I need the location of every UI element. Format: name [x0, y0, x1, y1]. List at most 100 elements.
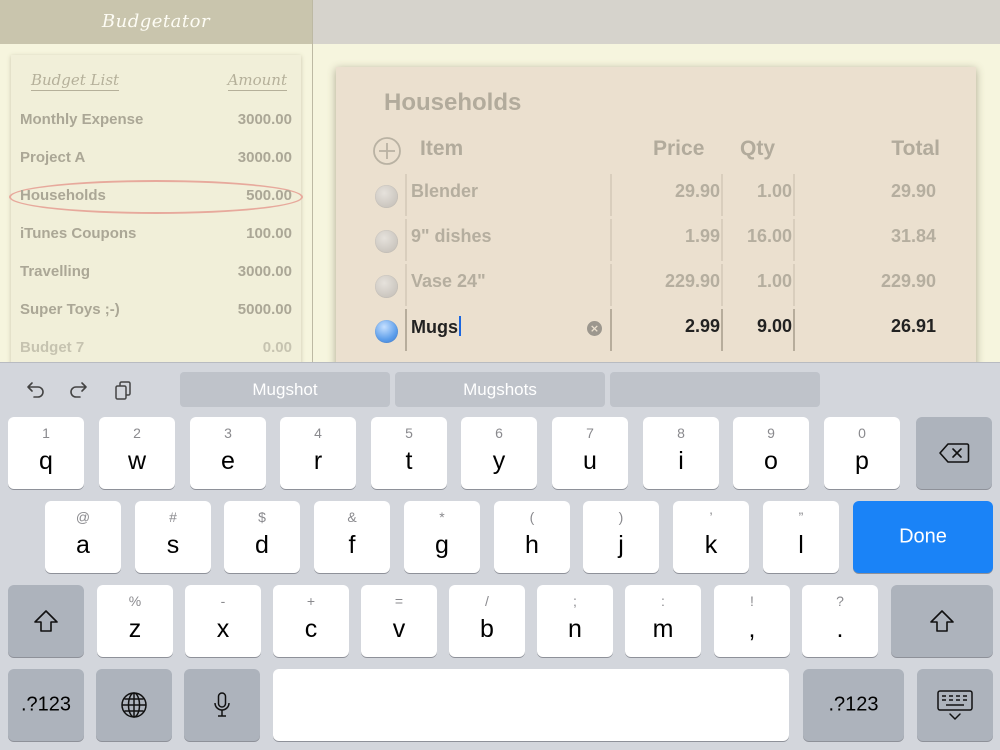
item-row-editing[interactable]: Mugs × 2.99 9.00 26.91 — [336, 307, 976, 352]
key-m[interactable]: :m — [625, 585, 701, 657]
key-i[interactable]: 8i — [643, 417, 719, 489]
key-dictation[interactable] — [184, 669, 260, 741]
row-select-dot[interactable] — [375, 185, 398, 208]
key-alt-label: & — [347, 509, 357, 525]
column-divider — [405, 174, 407, 216]
key-r[interactable]: 4r — [280, 417, 356, 489]
item-name[interactable]: 9" dishes — [411, 226, 492, 247]
budget-list: Budget List Amount Monthly Expense 3000.… — [9, 55, 303, 375]
item-qty[interactable]: 9.00 — [757, 316, 792, 337]
key-comma[interactable]: !, — [714, 585, 790, 657]
key-label: s — [166, 531, 180, 559]
key-t[interactable]: 5t — [371, 417, 447, 489]
row-select-dot-active[interactable] — [375, 320, 398, 343]
redo-icon[interactable] — [67, 378, 91, 402]
key-alt-label: ” — [798, 509, 804, 525]
key-alt-label: ? — [836, 593, 844, 609]
key-k[interactable]: ’ k — [673, 501, 749, 573]
key-j[interactable]: ) j — [583, 501, 659, 573]
item-name[interactable]: Blender — [411, 181, 478, 202]
budget-name: Budget 7 — [20, 339, 85, 356]
key-y[interactable]: 6y — [461, 417, 537, 489]
budget-row[interactable]: Travelling 3000.00 — [11, 253, 301, 291]
item-name-input[interactable]: Mugs — [411, 316, 461, 338]
key-g[interactable]: * g — [404, 501, 480, 573]
budget-row[interactable]: Super Toys ;-) 5000.00 — [11, 291, 301, 329]
key-globe[interactable] — [96, 669, 172, 741]
budget-row[interactable]: Monthly Expense 3000.00 — [11, 101, 301, 139]
column-divider — [610, 219, 612, 261]
detail-nav-bar — [313, 0, 1000, 44]
item-row[interactable]: Vase 24" 229.90 1.00 229.90 — [336, 262, 976, 307]
key-a[interactable]: @ a — [45, 501, 121, 573]
key-z[interactable]: % z — [97, 585, 173, 657]
key-h[interactable]: (h — [494, 501, 570, 573]
add-item-icon[interactable] — [372, 136, 402, 166]
item-price[interactable]: 229.90 — [665, 271, 720, 292]
key-f[interactable]: & f — [314, 501, 390, 573]
column-divider — [405, 264, 407, 306]
paste-icon[interactable] — [112, 378, 136, 402]
pane-divider — [312, 0, 313, 362]
key-c[interactable]: + c — [273, 585, 349, 657]
suggestion-3[interactable] — [610, 372, 820, 407]
key-numbers-left[interactable]: .?123 — [8, 669, 84, 741]
key-v[interactable]: = v — [361, 585, 437, 657]
key-s[interactable]: # s — [135, 501, 211, 573]
key-l[interactable]: ” l — [763, 501, 839, 573]
key-label: q — [39, 447, 53, 475]
undo-icon[interactable] — [23, 378, 47, 402]
item-name-text: Mugs — [411, 317, 458, 337]
key-period[interactable]: ?. — [802, 585, 878, 657]
key-alt-label: ’ — [709, 509, 713, 525]
suggestion-1[interactable]: Mugshot — [180, 372, 390, 407]
budget-amount: 3000.00 — [237, 111, 292, 128]
key-hide-keyboard[interactable] — [917, 669, 993, 741]
key-u[interactable]: 7u — [552, 417, 628, 489]
budget-row[interactable]: Project A 3000.00 — [11, 139, 301, 177]
key-o[interactable]: 9o — [733, 417, 809, 489]
budget-row[interactable]: iTunes Coupons 100.00 — [11, 215, 301, 253]
item-qty[interactable]: 1.00 — [757, 271, 792, 292]
key-backspace[interactable] — [916, 417, 992, 489]
suggestion-2[interactable]: Mugshots — [395, 372, 605, 407]
item-row[interactable]: 9" dishes 1.99 16.00 31.84 — [336, 217, 976, 262]
key-alt-label: - — [220, 593, 226, 609]
backspace-icon — [939, 443, 970, 463]
item-total: 26.91 — [890, 316, 936, 336]
key-alt-label: 8 — [677, 425, 685, 441]
key-n[interactable]: ; n — [537, 585, 613, 657]
budget-amount: 3000.00 — [237, 149, 292, 166]
item-qty[interactable]: 1.00 — [757, 181, 792, 202]
key-numbers-right[interactable]: .?123 — [803, 669, 904, 741]
key-shift-left[interactable] — [8, 585, 84, 657]
item-qty[interactable]: 16.00 — [747, 226, 792, 247]
key-alt-label: 9 — [767, 425, 775, 441]
item-name[interactable]: Vase 24" — [411, 271, 486, 292]
key-p[interactable]: 0p — [824, 417, 900, 489]
key-d[interactable]: $ d — [224, 501, 300, 573]
item-price[interactable]: 1.99 — [685, 226, 720, 247]
item-price[interactable]: 29.90 — [675, 181, 720, 202]
column-divider — [793, 219, 795, 261]
key-space[interactable] — [273, 669, 789, 741]
done-button[interactable]: Done — [853, 501, 993, 573]
row-select-dot[interactable] — [375, 230, 398, 253]
key-alt-label: 7 — [586, 425, 594, 441]
budget-row-selected[interactable]: Households 500.00 — [9, 177, 303, 215]
key-w[interactable]: 2w — [99, 417, 175, 489]
row-select-dot[interactable] — [375, 275, 398, 298]
clear-text-icon[interactable]: × — [587, 321, 602, 336]
key-x[interactable]: -x — [185, 585, 261, 657]
key-alt-label: 5 — [405, 425, 413, 441]
key-alt-label: ; — [573, 593, 577, 609]
key-alt-label: 0 — [858, 425, 866, 441]
item-row[interactable]: Blender 29.90 1.00 29.90 — [336, 172, 976, 217]
column-divider — [793, 174, 795, 216]
key-q[interactable]: 1q — [8, 417, 84, 489]
item-price[interactable]: 2.99 — [685, 316, 720, 337]
key-b[interactable]: / b — [449, 585, 525, 657]
key-e[interactable]: 3e — [190, 417, 266, 489]
hide-keyboard-icon — [937, 690, 973, 721]
key-shift-right[interactable] — [891, 585, 993, 657]
